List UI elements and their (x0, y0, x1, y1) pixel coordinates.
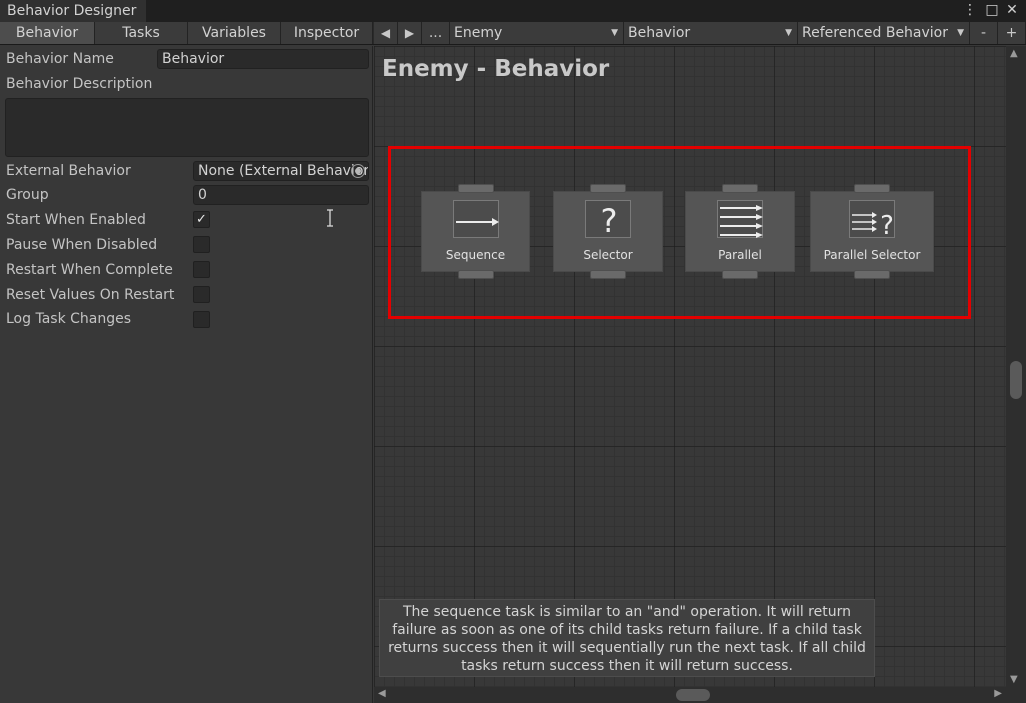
behavior-dropdown[interactable]: Behavior ▼ (624, 22, 798, 44)
behavior-name-field[interactable]: Behavior (157, 49, 369, 69)
close-icon[interactable]: ✕ (1002, 0, 1022, 22)
scroll-right-icon[interactable]: ▶ (994, 688, 1002, 699)
maximize-icon[interactable]: □ (982, 0, 1002, 22)
chevron-down-icon: ▼ (957, 28, 964, 38)
chevron-down-icon: ▼ (611, 28, 618, 38)
referenced-behavior-dropdown[interactable]: Referenced Behavior ▼ (798, 22, 970, 44)
object-picker-icon[interactable] (351, 164, 365, 178)
external-behavior-label: External Behavior (6, 163, 131, 179)
node-label: Parallel Selector (823, 248, 921, 262)
svg-text:?: ? (601, 202, 618, 239)
vertical-scrollbar[interactable]: ▲ ▼ (1006, 46, 1026, 687)
parallel-task-node[interactable]: Parallel (685, 184, 795, 279)
parallel-selector-task-node[interactable]: ? Parallel Selector (810, 184, 934, 279)
behavior-name-label: Behavior Name (6, 51, 114, 67)
group-field[interactable]: 0 (193, 185, 369, 205)
object-dropdown-value: Enemy (454, 25, 503, 41)
node-input-connector[interactable] (854, 184, 890, 193)
sequence-task-node[interactable]: Sequence (421, 184, 530, 279)
behavior-description-field[interactable] (5, 98, 369, 157)
question-mark-icon: ? (585, 200, 631, 239)
object-dropdown[interactable]: Enemy ▼ (450, 22, 624, 44)
window-menu-icon[interactable]: ⋮ (960, 0, 980, 22)
tab-tasks[interactable]: Tasks (95, 22, 188, 44)
parallel-selector-icon: ? (849, 200, 895, 239)
node-output-connector[interactable] (590, 270, 626, 279)
referenced-behavior-dropdown-value: Referenced Behavior (802, 25, 949, 41)
toolbar: Behavior Tasks Variables Inspector ◀ ▶ .… (0, 22, 1026, 45)
parallel-arrows-icon (717, 200, 763, 238)
scrollbar-corner (1006, 687, 1026, 703)
log-task-changes-checkbox[interactable] (193, 311, 210, 328)
svg-text:?: ? (880, 211, 894, 239)
graph-title: Enemy - Behavior (382, 56, 610, 82)
reset-values-on-restart-checkbox[interactable] (193, 286, 210, 303)
node-label: Selector (583, 248, 633, 262)
tab-behavior[interactable]: Behavior (0, 22, 95, 44)
log-task-changes-label: Log Task Changes (6, 311, 132, 327)
pause-when-disabled-label: Pause When Disabled (6, 237, 158, 253)
add-behavior-button[interactable]: + (998, 22, 1026, 44)
start-when-enabled-label: Start When Enabled (6, 212, 146, 228)
node-output-connector[interactable] (722, 270, 758, 279)
text-cursor-icon (326, 209, 334, 227)
vertical-scroll-thumb[interactable] (1010, 361, 1022, 399)
scroll-down-icon[interactable]: ▼ (1010, 674, 1018, 685)
behavior-inspector-panel: Behavior Name Behavior Behavior Descript… (0, 46, 373, 703)
external-behavior-value: None (External Behavior) (198, 163, 369, 179)
external-behavior-field[interactable]: None (External Behavior) (193, 161, 369, 181)
node-input-connector[interactable] (722, 184, 758, 193)
horizontal-scrollbar[interactable]: ◀ ▶ (374, 687, 1006, 703)
more-button[interactable]: ... (422, 22, 450, 44)
tab-variables[interactable]: Variables (188, 22, 281, 44)
horizontal-scroll-thumb[interactable] (676, 689, 710, 701)
group-label: Group (6, 187, 49, 203)
sequence-arrow-icon (452, 200, 499, 238)
node-input-connector[interactable] (457, 184, 494, 193)
tab-inspector[interactable]: Inspector (281, 22, 373, 44)
node-input-connector[interactable] (590, 184, 626, 193)
start-when-enabled-checkbox[interactable]: ✓ (193, 211, 210, 228)
pause-when-disabled-checkbox[interactable] (193, 236, 210, 253)
remove-behavior-button[interactable]: - (970, 22, 998, 44)
forward-icon[interactable]: ▶ (398, 22, 422, 44)
behavior-dropdown-value: Behavior (628, 25, 691, 41)
node-output-connector[interactable] (854, 270, 890, 279)
window-titlebar: Behavior Designer ⋮ □ ✕ (0, 0, 1026, 22)
window-title: Behavior Designer (0, 0, 146, 22)
node-label: Parallel (718, 248, 762, 262)
restart-when-complete-label: Restart When Complete (6, 262, 173, 278)
behavior-description-label: Behavior Description (6, 76, 153, 92)
scroll-up-icon[interactable]: ▲ (1010, 48, 1018, 59)
node-output-connector[interactable] (457, 270, 494, 279)
restart-when-complete-checkbox[interactable] (193, 261, 210, 278)
chevron-down-icon: ▼ (785, 28, 792, 38)
node-label: Sequence (445, 248, 506, 262)
behavior-graph-canvas[interactable]: Enemy - Behavior Sequence ? Selector Par… (374, 46, 1006, 687)
back-icon[interactable]: ◀ (374, 22, 398, 44)
selector-task-node[interactable]: ? Selector (553, 184, 663, 279)
checkmark-icon: ✓ (196, 212, 207, 227)
task-description-box: The sequence task is similar to an "and"… (379, 599, 875, 677)
reset-values-on-restart-label: Reset Values On Restart (6, 287, 175, 303)
scroll-left-icon[interactable]: ◀ (378, 688, 386, 699)
